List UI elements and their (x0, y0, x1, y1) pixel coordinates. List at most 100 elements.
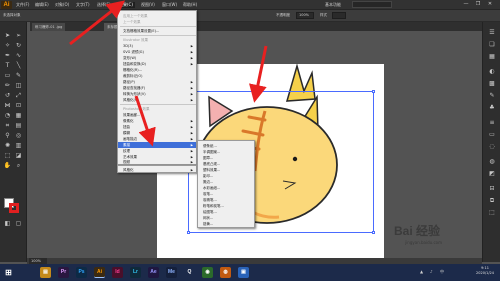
file-explorer-icon[interactable]: ▤ (40, 267, 51, 278)
menu-type[interactable]: 文字(T) (76, 2, 90, 8)
submenu-item-chrome[interactable]: 铬黄... (198, 221, 254, 227)
graphic-styles-panel-icon[interactable]: ◩ (487, 169, 497, 178)
resize-handle[interactable] (372, 231, 375, 234)
menu-item-label: 裁剪标记(O) (123, 74, 143, 78)
menu-item-stylize-ai[interactable]: 风格化(S) ▶ (118, 97, 196, 103)
menu-file[interactable]: 文件(F) (16, 2, 29, 8)
shape-builder-icon[interactable]: ◔ (3, 112, 12, 120)
pencil-icon[interactable]: ✏ (3, 82, 12, 90)
menu-item-label: 扭曲和变换(D) (123, 62, 146, 66)
lightroom-icon[interactable]: Lr (130, 267, 141, 278)
watermark-brand: Bai 经验 (393, 224, 440, 238)
type-tool-icon[interactable]: T (3, 62, 12, 70)
magic-wand-icon[interactable]: ✧ (3, 42, 12, 50)
indesign-icon[interactable]: Id (112, 267, 123, 278)
screen-mode-icon[interactable]: ▢ (14, 220, 23, 228)
menu-item-label: 像素化 (123, 119, 134, 123)
swatches-panel-icon[interactable]: ▩ (487, 79, 497, 88)
resize-handle[interactable] (372, 90, 375, 93)
minimize-icon[interactable]: — (462, 1, 470, 8)
paintbrush-icon[interactable]: ✎ (14, 72, 23, 80)
transparency-panel-icon[interactable]: ◌ (487, 142, 497, 151)
column-graph-icon[interactable]: ▥ (14, 142, 23, 150)
illustrator-icon[interactable]: Ai (94, 267, 105, 278)
menu-help[interactable]: 帮助(H) (183, 2, 197, 8)
menu-item-stylize-ps[interactable]: 风格化 ▶ (118, 167, 196, 173)
symbol-sprayer-icon[interactable]: ✺ (3, 142, 12, 150)
scale-tool-icon[interactable]: ⤢ (14, 92, 23, 100)
gradient-tool-icon[interactable]: ▤ (14, 122, 23, 130)
menu-edit[interactable]: 编辑(E) (35, 2, 49, 8)
line-tool-icon[interactable]: ╲ (14, 62, 23, 70)
selection-tool-icon[interactable]: ➤ (3, 32, 12, 40)
tray-volume-icon[interactable]: ♪ (430, 269, 433, 274)
zoom-tool-icon[interactable]: ⌕ (14, 162, 23, 170)
style-dropdown[interactable] (332, 12, 346, 19)
windows-start-icon[interactable]: ⊞ (3, 267, 14, 278)
media-encoder-icon[interactable]: Me (166, 267, 177, 278)
firefox-icon[interactable]: ◍ (220, 267, 231, 278)
pathfinder-panel-icon[interactable]: ⧉ (487, 196, 497, 205)
menu-item-raster-settings[interactable]: 文档栅格效果设置(E)... (118, 28, 196, 34)
pen-tool-icon[interactable]: ✒ (3, 52, 12, 60)
slice-tool-icon[interactable]: ◪ (14, 152, 23, 160)
restore-icon[interactable]: ❐ (474, 1, 482, 8)
menu-view[interactable]: 视图(V) (141, 2, 155, 8)
draw-mode-icon[interactable]: ◧ (3, 220, 12, 228)
stroke-panel-icon[interactable]: ≡ (487, 118, 497, 127)
gradient-panel-icon[interactable]: ▭ (487, 130, 497, 139)
qq-icon[interactable]: Q (184, 267, 195, 278)
eraser-icon[interactable]: ◫ (14, 82, 23, 90)
search-stock-input[interactable] (352, 1, 392, 8)
clock-date: 2020/1/24 (476, 271, 494, 275)
menu-effect[interactable]: 效果(C) (117, 2, 135, 8)
close-icon[interactable]: ✕ (486, 1, 494, 8)
mesh-tool-icon[interactable]: ⌗ (3, 122, 12, 130)
properties-panel-icon[interactable]: ☰ (487, 28, 497, 37)
perspective-grid-icon[interactable]: ▦ (14, 112, 23, 120)
menu-item-label: 艺术效果 (123, 155, 137, 159)
tab-doc-1[interactable]: 练习爆炸-01 .jpg (32, 23, 66, 31)
symbols-panel-icon[interactable]: ♣ (487, 103, 497, 112)
menu-object[interactable]: 对象(O) (55, 2, 69, 8)
opacity-field[interactable]: 100% (296, 12, 314, 19)
watermark-url: jingyan.baidu.com (405, 240, 442, 245)
stroke-color-swatch[interactable] (9, 203, 19, 213)
windows-taskbar: ⊞ ▤ Pr Ps Ai Id Lr Ae Me Q ◉ ◍ ▣ ▲ ♪ 中 9… (0, 264, 500, 281)
photoshop-icon[interactable]: Ps (76, 267, 87, 278)
brushes-panel-icon[interactable]: ✎ (487, 91, 497, 100)
rectangle-tool-icon[interactable]: ▭ (3, 72, 12, 80)
lasso-icon[interactable]: ↻ (14, 42, 23, 50)
layers-panel-icon[interactable]: ❏ (487, 40, 497, 49)
after-effects-icon[interactable]: Ae (148, 267, 159, 278)
menu-item-label: 文档栅格效果设置(E)... (123, 29, 160, 33)
transform-panel-icon[interactable]: ⬚ (487, 208, 497, 217)
rotate-tool-icon[interactable]: ↺ (3, 92, 12, 100)
free-transform-icon[interactable]: ⊡ (14, 102, 23, 110)
curvature-tool-icon[interactable]: ∿ (14, 52, 23, 60)
resize-handle[interactable] (187, 231, 190, 234)
artboard-tool-icon[interactable]: ⬚ (3, 152, 12, 160)
eyedropper-icon[interactable]: ⚲ (3, 132, 12, 140)
chrome-icon[interactable]: ◉ (202, 267, 213, 278)
tray-ime-icon[interactable]: 中 (440, 269, 444, 275)
menu-item-label: 上一个效果 (123, 20, 141, 24)
menu-item-label: 路径(P) (123, 80, 135, 84)
color-panel-icon[interactable]: ◐ (487, 67, 497, 76)
menu-select[interactable]: 选择(S) (97, 2, 111, 8)
effect-menu: 应用上一个效果 上一个效果 文档栅格效果设置(E)... Illustrator… (117, 10, 197, 165)
menu-item-label: Photoshop 效果 (123, 107, 150, 111)
align-panel-icon[interactable]: ⊟ (487, 184, 497, 193)
taskbar-clock[interactable]: 9:11 2020/1/24 (476, 266, 494, 276)
premiere-icon[interactable]: Pr (58, 267, 69, 278)
direct-selection-tool-icon[interactable]: ➢ (14, 32, 23, 40)
width-tool-icon[interactable]: ⋈ (3, 102, 12, 110)
app-icon[interactable]: ▣ (238, 267, 249, 278)
menu-window[interactable]: 窗口(W) (162, 2, 177, 8)
tray-network-icon[interactable]: ▲ (420, 269, 423, 274)
libraries-panel-icon[interactable]: ▦ (487, 52, 497, 61)
hand-tool-icon[interactable]: ✋ (3, 162, 12, 170)
workspace-switcher[interactable]: 基本功能 (325, 2, 341, 8)
appearance-panel-icon[interactable]: ◍ (487, 157, 497, 166)
blend-tool-icon[interactable]: ◎ (14, 132, 23, 140)
